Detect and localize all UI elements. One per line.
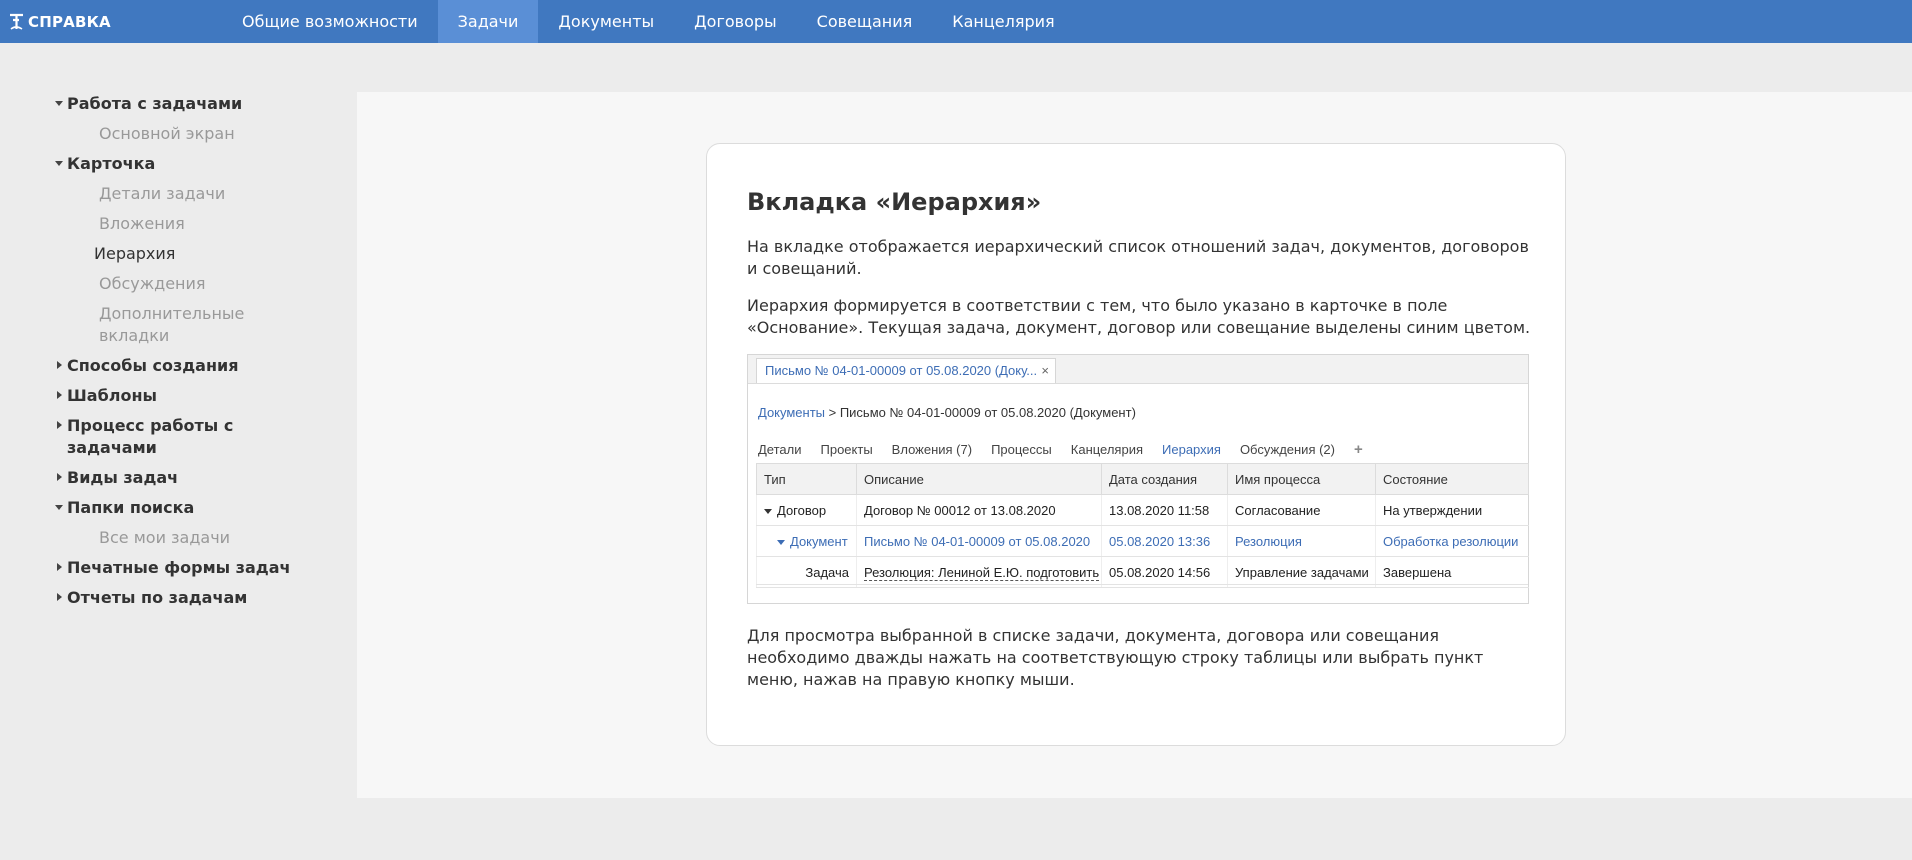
expand-arrow-icon: [777, 539, 785, 545]
tab-projects: Проекты: [820, 442, 873, 457]
tab-office: Канцелярия: [1070, 442, 1144, 457]
sidebar-section-print-forms[interactable]: Печатные формы задач: [57, 557, 290, 579]
logo[interactable]: СПРАВКА: [8, 0, 111, 43]
cell-description: Договор № 00012 от 13.08.2020: [856, 494, 1102, 526]
cell-type: Документ: [756, 525, 857, 557]
top-nav-bar: СПРАВКА Общие возможности Задачи Докумен…: [0, 0, 1912, 43]
nav-tasks[interactable]: Задачи: [437, 0, 539, 43]
column-header-description: Описание: [856, 463, 1102, 495]
column-header-created: Дата создания: [1101, 463, 1228, 495]
chevron-right-icon: [55, 355, 65, 377]
sidebar-section-templates[interactable]: Шаблоны: [57, 385, 157, 407]
article-paragraph-3: Для просмотра выбранной в списке задачи,…: [747, 626, 1484, 689]
cell-process: Резолюция: [1227, 525, 1376, 557]
plus-icon: +: [1354, 441, 1363, 458]
chevron-right-icon: [55, 467, 65, 489]
main-nav: Общие возможности Задачи Документы Догов…: [222, 0, 1075, 43]
column-header-process: Имя процесса: [1227, 463, 1376, 495]
sidebar-nav: Работа с задачами Основной экран Карточк…: [0, 43, 357, 860]
breadcrumb-link-documents: Документы: [758, 405, 826, 420]
nav-documents[interactable]: Документы: [538, 0, 674, 43]
chevron-down-icon: [55, 497, 65, 519]
tab-hierarchy: Иерархия: [1160, 439, 1230, 467]
table-row: Задача Резолюция: Лениной Е.Ю. подготови…: [756, 556, 1529, 588]
sidebar-section-task-process-line2[interactable]: задачами: [67, 437, 157, 459]
cell-process: Управление задачами: [1227, 556, 1376, 588]
cell-process: Согласование: [1227, 494, 1376, 526]
chevron-right-icon: [55, 557, 65, 579]
cell-type: Задача: [756, 556, 857, 588]
chevron-right-icon: [55, 385, 65, 407]
table-row: Договор Договор № 00012 от 13.08.2020 13…: [756, 494, 1529, 526]
chevron-down-icon: [55, 153, 65, 175]
nav-general[interactable]: Общие возможности: [222, 0, 438, 43]
sidebar-section-task-process[interactable]: Процесс работы с: [57, 415, 233, 437]
table-bottom-border: [756, 584, 1528, 585]
sidebar-section-creation-methods[interactable]: Способы создания: [57, 355, 239, 377]
table-row-current: Документ Письмо № 04-01-00009 от 05.08.2…: [756, 525, 1529, 557]
sidebar-section-work-with-tasks[interactable]: Работа с задачами: [55, 93, 242, 115]
sidebar-section-task-reports[interactable]: Отчеты по задачам: [57, 587, 247, 609]
sidebar-item-task-details[interactable]: Детали задачи: [99, 183, 225, 205]
sidebar-item-attachments[interactable]: Вложения: [99, 213, 185, 235]
hierarchy-table: Тип Описание Дата создания Имя процесса …: [756, 463, 1529, 588]
cell-state: Завершена: [1375, 556, 1529, 588]
cell-state: На утверждении: [1375, 494, 1529, 526]
cell-description: Письмо № 04-01-00009 от 05.08.2020: [856, 525, 1102, 557]
chevron-down-icon: [55, 93, 65, 115]
article-paragraph-2: Иерархия формируется в соответствии с те…: [747, 296, 1531, 337]
article-paragraph-1: На вкладке отображается иерархический сп…: [747, 237, 1529, 278]
nav-meetings[interactable]: Совещания: [797, 0, 933, 43]
cell-type: Договор: [756, 494, 857, 526]
hierarchy-screenshot: Письмо № 04-01-00009 от 05.08.2020 (Доку…: [747, 354, 1529, 604]
sidebar-item-main-screen[interactable]: Основной экран: [99, 123, 235, 145]
close-icon: ×: [1041, 363, 1049, 378]
column-header-type: Тип: [756, 463, 857, 495]
screenshot-tab-bar: Письмо № 04-01-00009 от 05.08.2020 (Доку…: [748, 355, 1528, 384]
tab-attachments: Вложения (7): [891, 442, 973, 457]
article-title: Вкладка «Иерархия»: [747, 188, 1042, 216]
sidebar-item-hierarchy[interactable]: Иерархия: [94, 243, 175, 265]
tab-discussions: Обсуждения (2): [1239, 442, 1335, 457]
cell-date: 13.08.2020 11:58: [1101, 494, 1228, 526]
expand-arrow-icon: [764, 508, 772, 514]
screenshot-card-tabs: Детали Проекты Вложения (7) Процессы Кан…: [758, 439, 1382, 467]
sidebar-item-all-my-tasks[interactable]: Все мои задачи: [99, 527, 230, 549]
sidebar-item-extra-tabs-line1[interactable]: Дополнительные: [99, 303, 244, 325]
sidebar-item-discussions[interactable]: Обсуждения: [99, 273, 206, 295]
sidebar-section-card[interactable]: Карточка: [55, 153, 155, 175]
cell-description: Резолюция: Лениной Е.Ю. подготовить: [856, 556, 1102, 588]
tab-processes: Процессы: [991, 442, 1052, 457]
table-header-row: Тип Описание Дата создания Имя процесса …: [756, 463, 1529, 495]
article-card: Вкладка «Иерархия» На вкладке отображает…: [706, 143, 1566, 746]
sidebar-item-extra-tabs-line2[interactable]: вкладки: [99, 325, 169, 347]
cell-state: Обработка резолюции: [1375, 525, 1529, 557]
chevron-right-icon: [55, 587, 65, 609]
logo-text: СПРАВКА: [28, 12, 111, 31]
screenshot-breadcrumb: Документы > Письмо № 04-01-00009 от 05.0…: [758, 405, 1136, 420]
cell-date: 05.08.2020 13:36: [1101, 525, 1228, 557]
sidebar-section-search-folders[interactable]: Папки поиска: [55, 497, 194, 519]
cell-date: 05.08.2020 14:56: [1101, 556, 1228, 588]
logo-icon: [10, 13, 23, 30]
breadcrumb-current: > Письмо № 04-01-00009 от 05.08.2020 (До…: [825, 405, 1136, 420]
column-header-state: Состояние: [1375, 463, 1529, 495]
nav-office[interactable]: Канцелярия: [932, 0, 1074, 43]
chevron-right-icon: [55, 415, 65, 437]
sidebar-section-task-kinds[interactable]: Виды задач: [57, 467, 178, 489]
tab-details: Детали: [758, 442, 802, 457]
screenshot-doc-tab: Письмо № 04-01-00009 от 05.08.2020 (Доку…: [756, 358, 1056, 383]
nav-contracts[interactable]: Договоры: [674, 0, 797, 43]
